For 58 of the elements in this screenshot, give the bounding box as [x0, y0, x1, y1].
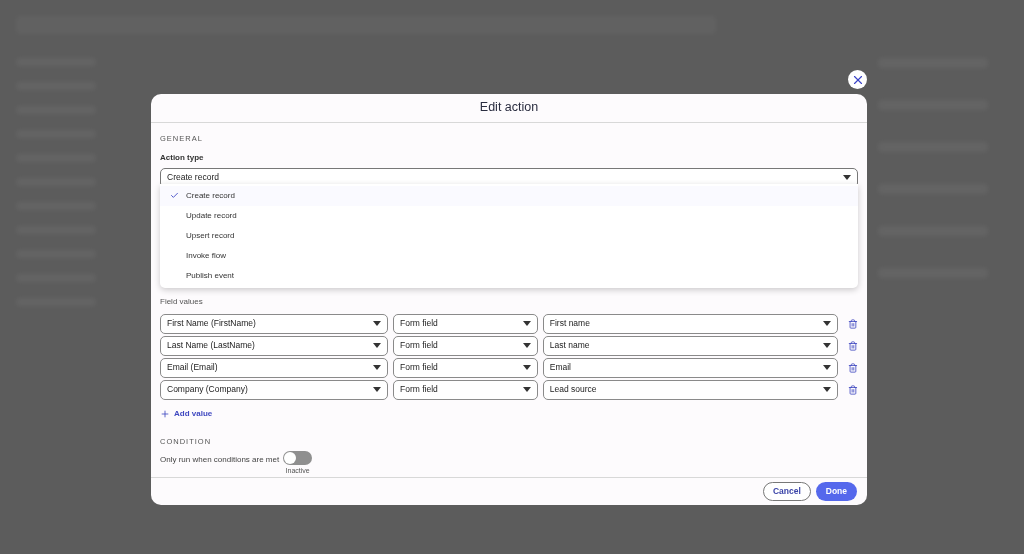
select-field[interactable]: Form field	[393, 313, 538, 334]
select-value: Form field	[400, 317, 438, 331]
select-field[interactable]: Last Name (LastName)	[160, 335, 388, 356]
caret-icon	[823, 387, 832, 393]
select-value: Create record	[167, 171, 219, 185]
toggle-label: Only run when conditions are met	[160, 454, 280, 466]
field-label: Field values	[160, 295, 204, 308]
dropdown-option[interactable]: Upsert record	[160, 225, 858, 246]
plus-icon	[160, 408, 170, 419]
caret-icon	[823, 321, 832, 327]
select-value: Last name	[549, 339, 590, 353]
select-field[interactable]: Email (Email)	[160, 357, 388, 378]
select-field[interactable]: Company (Company)	[160, 379, 388, 400]
caret-icon	[522, 343, 531, 349]
select-value: Lead source	[549, 383, 597, 397]
select-field[interactable]: First Name (FirstName)	[160, 313, 388, 334]
toggle-switch[interactable]	[283, 451, 313, 465]
caret-icon	[522, 365, 531, 371]
check-icon	[170, 191, 179, 200]
select-value: Last Name (LastName)	[167, 339, 255, 353]
caret-icon	[373, 387, 381, 393]
select-value: Form field	[400, 361, 438, 375]
select-value: Company (Company)	[167, 383, 248, 397]
delete-icon[interactable]	[848, 318, 858, 329]
select-field[interactable]: First name	[542, 313, 839, 334]
select-field[interactable]: Form field	[393, 379, 538, 400]
select-value: Form field	[400, 339, 438, 353]
dialog-title: Edit action	[479, 99, 539, 117]
close-button[interactable]	[848, 70, 867, 89]
dropdown-option[interactable]: Invoke flow	[160, 245, 858, 266]
caret-icon	[823, 343, 832, 349]
select-value: First name	[549, 317, 590, 331]
delete-icon[interactable]	[848, 362, 858, 373]
select-field[interactable]: Form field	[393, 335, 538, 356]
select-field[interactable]: Lead source	[542, 379, 839, 400]
delete-icon[interactable]	[848, 340, 858, 351]
caret-icon	[823, 365, 832, 371]
caret-icon	[373, 343, 381, 349]
caret-icon	[522, 321, 531, 327]
select-value: First Name (FirstName)	[167, 317, 256, 331]
caret-icon	[843, 175, 851, 181]
caret-icon	[373, 321, 381, 327]
select-field[interactable]: Email	[542, 357, 839, 378]
select-field[interactable]: Form field	[393, 357, 538, 378]
select-value: Email	[549, 361, 571, 375]
field-label: Action type	[160, 151, 205, 164]
done-button[interactable]: Done	[815, 481, 857, 501]
delete-icon[interactable]	[848, 384, 858, 395]
caret-icon	[522, 387, 531, 393]
select-field[interactable]: Last name	[542, 335, 839, 356]
select-value: Form field	[400, 383, 438, 397]
add-value-link[interactable]: Add value	[160, 407, 213, 420]
select-value: Email (Email)	[167, 361, 218, 375]
dropdown-option[interactable]: Publish event	[160, 265, 858, 286]
dropdown-option[interactable]: Create record	[160, 185, 858, 206]
caret-icon	[373, 365, 381, 371]
dropdown-option[interactable]: Update record	[160, 205, 858, 226]
cancel-button[interactable]: Cancel	[762, 481, 811, 501]
